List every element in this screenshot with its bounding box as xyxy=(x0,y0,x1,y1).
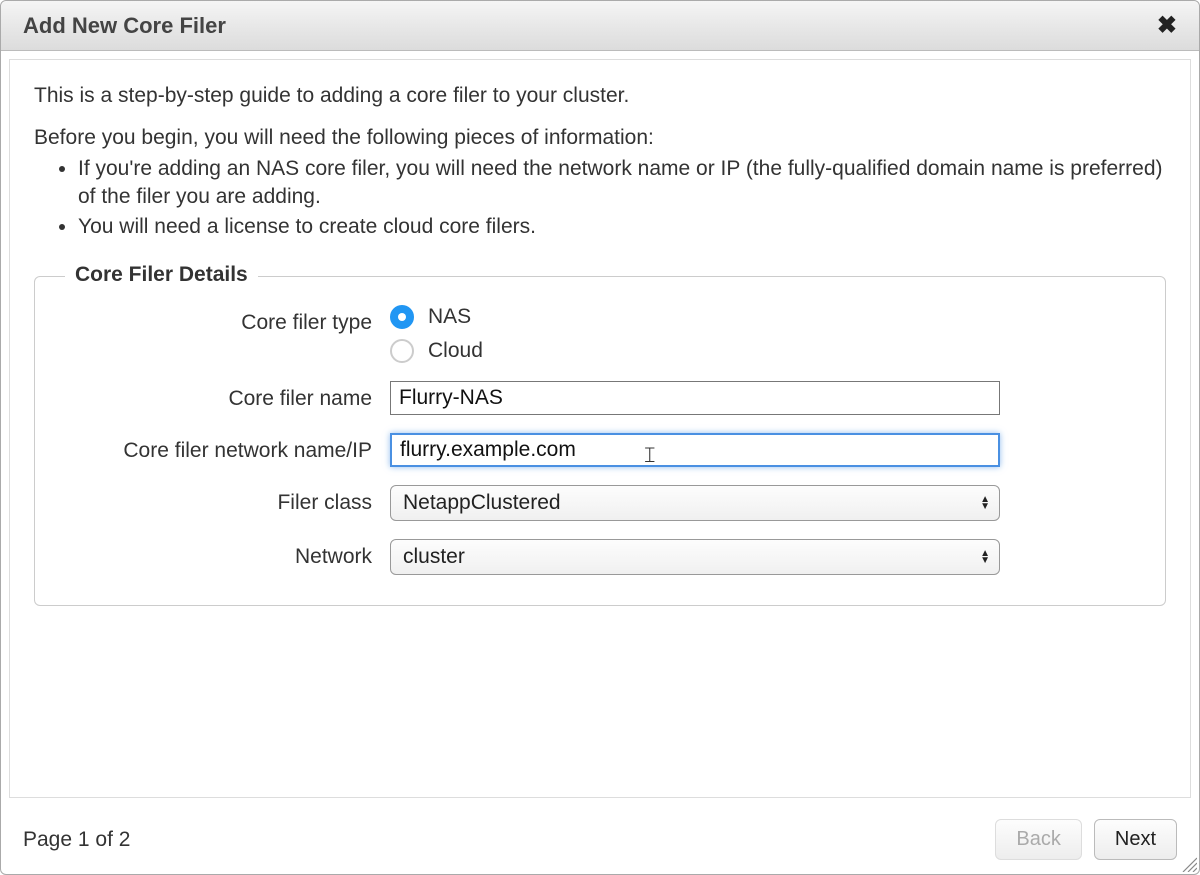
filer-class-control: NetappClustered ▲▼ xyxy=(390,485,1135,521)
filer-type-nas-radio[interactable]: NAS xyxy=(390,305,1135,329)
close-icon[interactable]: ✖ xyxy=(1153,11,1181,40)
footer-buttons: Back Next xyxy=(995,819,1177,860)
before-begin-heading: Before you begin, you will need the foll… xyxy=(34,124,1166,152)
filer-class-value: NetappClustered xyxy=(403,491,561,515)
network-select-label: Network xyxy=(65,539,390,570)
intro-text: This is a step-by-step guide to adding a… xyxy=(34,82,1166,110)
filer-class-row: Filer class NetappClustered ▲▼ xyxy=(65,485,1135,521)
filer-type-radio-group: NAS Cloud xyxy=(390,305,1135,363)
filer-network-input[interactable] xyxy=(390,433,1000,467)
network-select-row: Network cluster ▲▼ xyxy=(65,539,1135,575)
before-begin-section: Before you begin, you will need the foll… xyxy=(34,124,1166,241)
next-button[interactable]: Next xyxy=(1094,819,1177,860)
filer-name-control xyxy=(390,381,1135,415)
filer-name-row: Core filer name xyxy=(65,381,1135,415)
list-item: You will need a license to create cloud … xyxy=(78,213,1166,241)
page-indicator: Page 1 of 2 xyxy=(23,828,130,852)
filer-type-row: Core filer type NAS Cloud xyxy=(65,305,1135,363)
resize-grip-icon[interactable] xyxy=(1179,854,1197,872)
core-filer-details-fieldset: Core Filer Details Core filer type NAS C… xyxy=(34,276,1166,606)
filer-name-input[interactable] xyxy=(390,381,1000,415)
dialog-footer: Page 1 of 2 Back Next xyxy=(1,806,1199,874)
filer-class-select[interactable]: NetappClustered ▲▼ xyxy=(390,485,1000,521)
filer-class-label: Filer class xyxy=(65,485,390,516)
radio-label: Cloud xyxy=(428,339,483,363)
filer-network-label: Core filer network name/IP xyxy=(65,433,390,464)
before-begin-list: If you're adding an NAS core filer, you … xyxy=(34,155,1166,242)
filer-network-row: Core filer network name/IP 𝙸 xyxy=(65,433,1135,467)
list-item: If you're adding an NAS core filer, you … xyxy=(78,155,1166,212)
dialog-content: This is a step-by-step guide to adding a… xyxy=(9,59,1191,798)
back-button[interactable]: Back xyxy=(995,819,1081,860)
dialog-title: Add New Core Filer xyxy=(23,13,226,39)
fieldset-legend: Core Filer Details xyxy=(65,263,258,287)
network-select-value: cluster xyxy=(403,545,465,569)
radio-label: NAS xyxy=(428,305,471,329)
dialog-titlebar: Add New Core Filer ✖ xyxy=(1,1,1199,51)
network-select-control: cluster ▲▼ xyxy=(390,539,1135,575)
filer-network-control: 𝙸 xyxy=(390,433,1135,467)
filer-type-label: Core filer type xyxy=(65,305,390,336)
filer-name-label: Core filer name xyxy=(65,381,390,412)
add-core-filer-dialog: Add New Core Filer ✖ This is a step-by-s… xyxy=(0,0,1200,875)
radio-unchecked-icon xyxy=(390,339,414,363)
filer-type-cloud-radio[interactable]: Cloud xyxy=(390,339,1135,363)
radio-checked-icon xyxy=(390,305,414,329)
network-select[interactable]: cluster ▲▼ xyxy=(390,539,1000,575)
